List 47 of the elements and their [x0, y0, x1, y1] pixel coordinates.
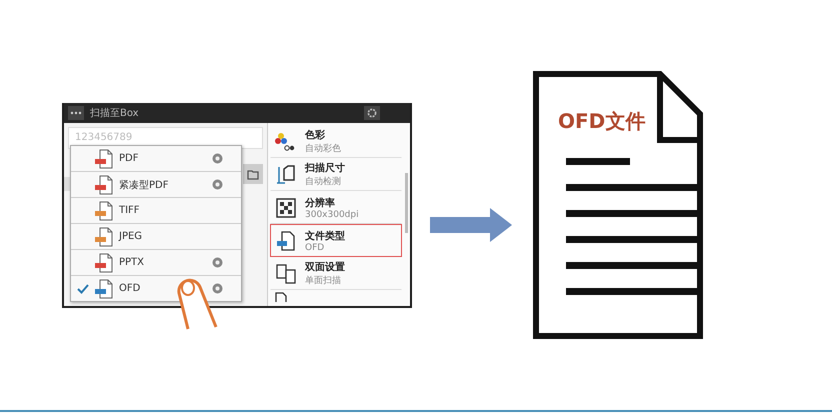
format-label: OFD: [119, 283, 142, 294]
format-label: PPTX: [119, 257, 146, 268]
page-icon: [274, 292, 288, 302]
check-icon: [77, 284, 89, 294]
setting-title: 双面设置: [305, 260, 345, 274]
document-title: OFD文件: [558, 108, 646, 135]
file-icon: [93, 252, 115, 272]
more-icon: [70, 111, 82, 115]
duplex-icon: [275, 262, 297, 284]
file-icon: [275, 230, 297, 252]
format-option[interactable]: JPEG: [71, 224, 241, 250]
toolbar-button[interactable]: [364, 106, 380, 120]
file-icon: [93, 226, 115, 246]
setting-value: 自动彩色: [305, 142, 341, 155]
file-icon: [93, 148, 115, 168]
file-icon: [93, 278, 115, 298]
setting-item[interactable]: 双面设置 单面扫描: [270, 257, 402, 290]
setting-value: OFD: [305, 242, 326, 252]
format-option[interactable]: TIFF: [71, 198, 241, 224]
page-size-icon: [275, 164, 297, 186]
file-icon: [93, 174, 115, 194]
grid-icon: [275, 196, 297, 218]
setting-title: 分辨率: [305, 196, 336, 210]
format-option[interactable]: PDF: [71, 146, 241, 172]
format-label: PDF: [119, 153, 140, 164]
color-dots-icon: [275, 130, 297, 152]
setting-value: 单面扫描: [305, 274, 342, 287]
more-button[interactable]: [68, 106, 84, 120]
format-label: TIFF: [119, 205, 141, 216]
setting-title: 文件类型: [305, 230, 345, 242]
folder-icon: [247, 168, 259, 180]
setting-value: 自动检测: [305, 176, 342, 188]
format-option[interactable]: 紧凑型PDF: [71, 172, 241, 198]
window-title: 扫描至Box: [90, 106, 140, 120]
setting-item[interactable]: 分辨率 300x300dpi: [270, 191, 402, 224]
setting-item[interactable]: 色彩 自动彩色: [270, 125, 402, 158]
box-button[interactable]: [243, 164, 263, 184]
setting-title: 色彩: [305, 128, 326, 142]
format-label: JPEG: [119, 231, 144, 242]
format-label: 紧凑型PDF: [119, 178, 170, 192]
setting-item[interactable]: 文件类型 OFD: [270, 224, 402, 257]
setting-value: 300x300dpi: [305, 210, 359, 220]
scroll-bar[interactable]: [405, 173, 408, 233]
setting-item[interactable]: 扫描尺寸 自动检测: [270, 158, 402, 191]
file-icon: [93, 200, 115, 220]
format-option[interactable]: PPTX: [71, 250, 241, 276]
setting-title: 扫描尺寸: [305, 162, 345, 175]
